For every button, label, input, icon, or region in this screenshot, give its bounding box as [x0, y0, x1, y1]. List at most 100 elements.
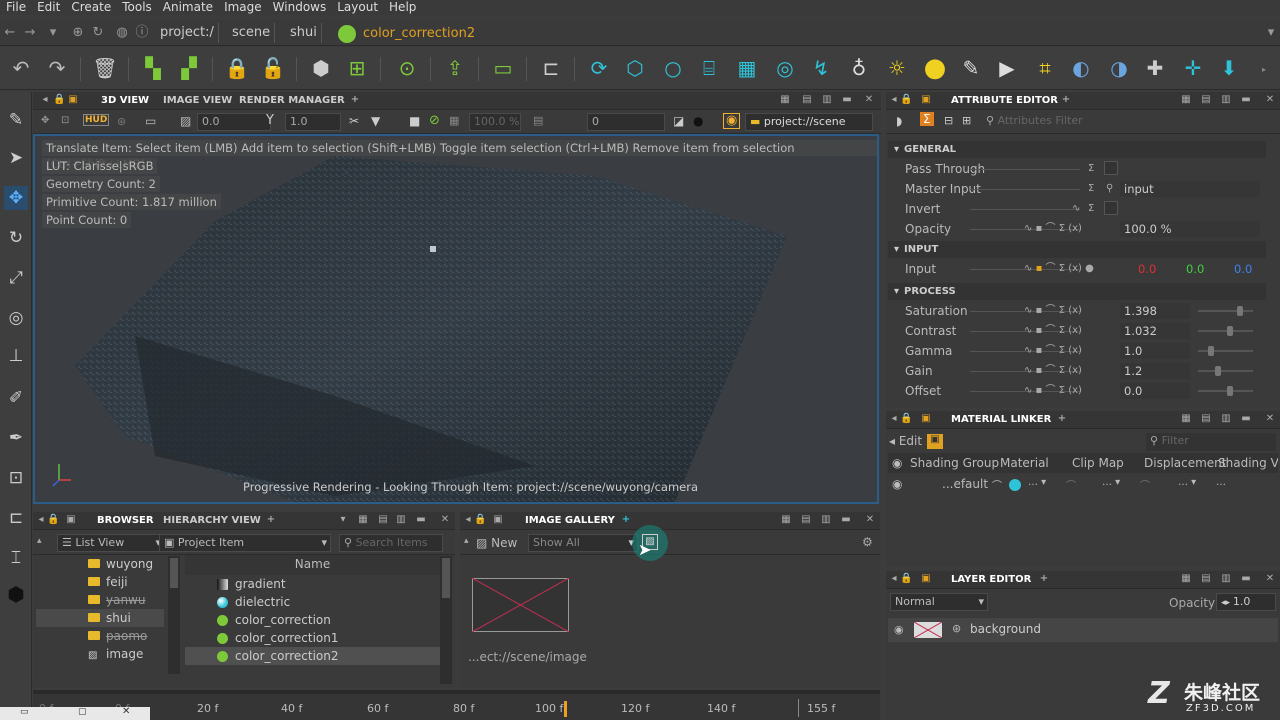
tab-image-view[interactable]: IMAGE VIEW [157, 92, 238, 110]
add-tab-icon[interactable]: + [1056, 413, 1068, 425]
panel-menu-icon[interactable]: ▣ [65, 514, 77, 526]
layout-split-h-icon[interactable]: ▤ [800, 514, 812, 526]
scatter-icon[interactable]: ↯ [808, 55, 834, 81]
layout-grid-icon[interactable]: ▦ [357, 514, 369, 526]
layout-grid-icon[interactable]: ▦ [1180, 413, 1192, 425]
tab-hierarchy-view[interactable]: HIERARCHY VIEW [157, 512, 267, 530]
render-toggle-icon[interactable]: ⊘ [429, 113, 440, 128]
section-process[interactable]: ▾ PROCESS [888, 283, 1266, 300]
download-icon[interactable]: ⬇ [1216, 55, 1242, 81]
cube-icon[interactable]: ⬢ [308, 55, 334, 81]
attr-slider[interactable] [1198, 366, 1253, 376]
collapse-icon[interactable]: ◂ [35, 514, 47, 526]
maximize-icon[interactable]: ▬ [841, 94, 853, 106]
close-icon[interactable]: ✕ [864, 514, 876, 526]
slider-knob[interactable] [1215, 366, 1222, 376]
tab-render-manager[interactable]: RENDER MANAGER [233, 92, 351, 110]
menu-layout[interactable]: Layout [337, 0, 378, 15]
folder-wuyong[interactable]: wuyong [88, 555, 153, 573]
frame-icon[interactable]: ⊡ [4, 466, 28, 490]
material-linker-row[interactable]: ◉ ...efault ⌒ … ▾ ⌒ … ▾ ⌒ … ▾ … [888, 477, 1278, 495]
spot-light-icon[interactable]: ✎ [958, 55, 984, 81]
group-icon[interactable]: ✚ [1142, 55, 1168, 81]
eye-icon[interactable]: ◉ [723, 113, 741, 129]
measure-icon[interactable]: ⌶ [4, 546, 28, 570]
input-g-value[interactable]: 0.0 [1186, 261, 1204, 277]
col-shading-variable[interactable]: Shading Variable [1218, 453, 1278, 473]
master-input-field[interactable]: input [1120, 181, 1260, 197]
layout-split-h-icon[interactable]: ▤ [1200, 573, 1212, 585]
add-tab-icon[interactable]: + [1038, 573, 1050, 585]
menu-file[interactable]: File [6, 0, 26, 15]
sphere-primitive-icon[interactable]: ○ [660, 55, 686, 81]
layout-split-h-icon[interactable]: ▤ [1200, 94, 1212, 106]
close-icon[interactable]: ✕ [1264, 94, 1276, 106]
orbit-icon[interactable]: ◎ [4, 306, 28, 330]
menu-help[interactable]: Help [389, 0, 416, 15]
view-mode-select[interactable]: ☰ List View▾ [57, 534, 165, 552]
item-gradient[interactable]: gradient [185, 575, 440, 593]
range-end-marker[interactable] [798, 699, 799, 717]
move-icon[interactable]: ✥ [41, 115, 49, 126]
invert-checkbox[interactable] [1104, 201, 1118, 215]
layout-grid-icon[interactable]: ▦ [1180, 94, 1192, 106]
maximize-icon[interactable]: ▬ [1240, 573, 1252, 585]
tab-material-linker[interactable]: MATERIAL LINKER [945, 411, 1057, 429]
collapse-icon[interactable]: ◂ [462, 514, 474, 526]
window-icon[interactable]: ▭ [20, 707, 29, 717]
folder-tree-scrollbar[interactable] [168, 556, 180, 674]
menu-edit[interactable]: Edit [37, 0, 60, 15]
directional-light-icon[interactable]: ▶ [994, 55, 1020, 81]
image-thumbnail[interactable] [472, 578, 569, 632]
refresh-icon[interactable]: ↻ [90, 23, 106, 43]
add-tab-icon[interactable]: + [1060, 94, 1072, 106]
input-b-value[interactable]: 0.0 [1234, 261, 1252, 277]
section-input[interactable]: ▾ INPUT [888, 241, 1266, 258]
tab-image-gallery[interactable]: IMAGE GALLERY [519, 512, 621, 530]
more-icon[interactable]: … ▾ [1102, 477, 1120, 488]
scope-select[interactable]: ▣ Project Item ▾ [159, 534, 331, 552]
redo-icon[interactable]: ↷ [44, 55, 70, 81]
sigma-icon[interactable]: Σ [920, 112, 934, 126]
attributes-filter[interactable]: ⚲ Attributes Filter [982, 113, 1276, 131]
folder-yanwu[interactable]: yanwu [88, 591, 145, 609]
brush-icon[interactable]: ✐ [4, 386, 28, 410]
nav-up-icon[interactable]: ▴ [37, 536, 42, 546]
box-primitive-icon[interactable]: ⬡ [622, 55, 648, 81]
close-icon[interactable]: ✕ [863, 94, 875, 106]
collapse-icon[interactable]: ◂ [39, 94, 51, 106]
tab-layer-editor[interactable]: LAYER EDITOR [945, 571, 1037, 589]
attr-slider[interactable] [1198, 346, 1253, 356]
folder-feiji[interactable]: feiji [88, 573, 128, 591]
eye-icon[interactable]: ◉ [892, 477, 902, 491]
lock-icon[interactable]: 🔒 [900, 413, 912, 425]
info-icon[interactable]: ⓘ [134, 23, 150, 43]
snapshot-icon[interactable]: ▤ [533, 114, 543, 127]
lock-icon[interactable]: 🔒 [900, 94, 912, 106]
collapse-icon[interactable]: ◂ [888, 413, 900, 425]
lock-icon[interactable]: 🔒 [53, 94, 65, 106]
panel-menu-icon[interactable]: ▣ [920, 573, 932, 585]
slider-knob[interactable] [1207, 346, 1214, 356]
zoom-field[interactable]: 100.0 % [469, 113, 521, 131]
name-column-header[interactable]: Name [185, 555, 440, 575]
breadcrumb-current[interactable]: color_correction2 [363, 26, 475, 41]
curve-icon[interactable]: ∿ ▪ ⌒ Σ (x) [1024, 383, 1082, 399]
stamp-icon[interactable]: ⊥ [4, 344, 28, 368]
lock-icon[interactable]: 🔒 [474, 514, 486, 526]
focus-icon[interactable]: ⊡ [61, 115, 69, 126]
show-filter-select[interactable]: Show All▾ [528, 534, 638, 552]
layout-grid-icon[interactable]: ▦ [1180, 573, 1192, 585]
close-icon[interactable]: ✕ [439, 514, 451, 526]
col-material[interactable]: Material [1000, 453, 1049, 473]
breadcrumb-scene[interactable]: scene [228, 23, 276, 43]
gi-icon[interactable]: ◑ [1106, 55, 1132, 81]
attr-value-field[interactable]: 1.398 [1120, 303, 1190, 319]
eye-icon[interactable]: ◉ [892, 453, 902, 473]
add-tab-icon[interactable]: + [265, 514, 277, 526]
refresh-scene-icon[interactable]: ⟳ [586, 55, 612, 81]
sun-icon[interactable]: ☼ [884, 55, 910, 81]
eye-icon[interactable]: ◉ [894, 623, 904, 636]
nav-up-icon[interactable]: ▴ [464, 536, 469, 546]
col-shading-group[interactable]: Shading Group [910, 453, 999, 473]
